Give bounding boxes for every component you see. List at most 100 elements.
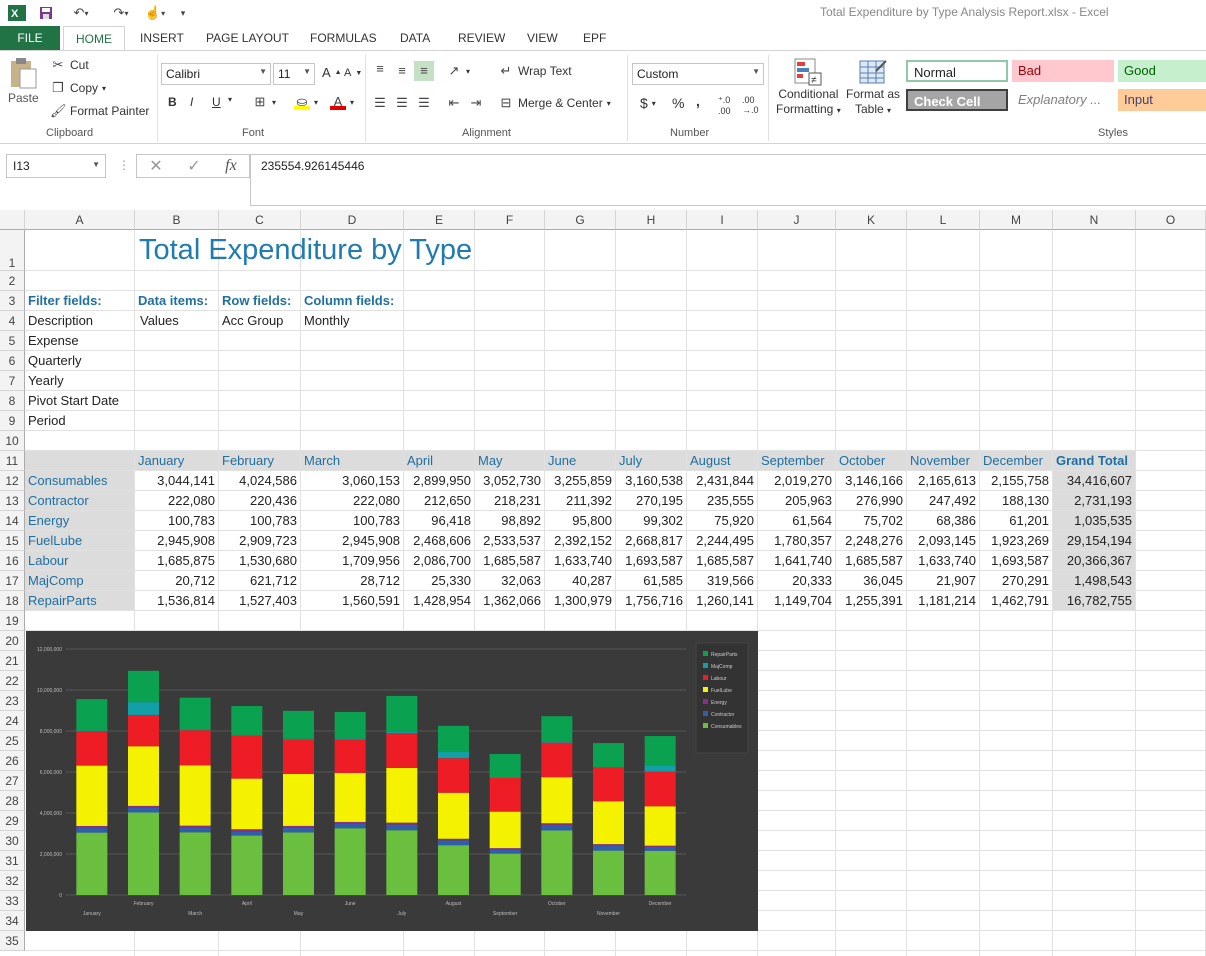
bar-segment-repairparts[interactable] — [386, 695, 418, 732]
style-input[interactable]: Input — [1118, 89, 1206, 111]
value-cell[interactable]: 1,300,979 — [545, 591, 615, 610]
bar-segment-fuellube[interactable] — [76, 765, 108, 826]
bar-segment-fuellube[interactable] — [334, 772, 366, 822]
value-cell[interactable]: 1,756,716 — [616, 591, 686, 610]
orientation-button[interactable]: ↗ ▾ — [446, 63, 470, 79]
value-cell[interactable]: 61,585 — [616, 571, 686, 590]
bar-segment-fuellube[interactable] — [179, 765, 211, 826]
font-name-select[interactable]: Calibri ▼ — [161, 63, 271, 85]
month-header[interactable]: June — [545, 451, 615, 470]
bar-segment-majcomp[interactable] — [386, 731, 418, 734]
filter-field-item[interactable]: Quarterly — [25, 351, 134, 370]
bar-segment-repairparts[interactable] — [438, 725, 469, 752]
value-cell[interactable]: 1,536,814 — [135, 591, 218, 610]
row-label-majcomp[interactable]: MajComp — [25, 571, 134, 590]
bar-segment-consumables[interactable] — [489, 853, 521, 895]
value-cell[interactable]: 99,302 — [616, 511, 686, 530]
value-cell[interactable]: 100,783 — [135, 511, 218, 530]
bar-segment-labour[interactable] — [179, 730, 211, 766]
redo-icon[interactable]: ↷ ▾ — [106, 3, 136, 23]
bar-segment-majcomp[interactable] — [541, 741, 573, 743]
value-cell[interactable]: 1,181,214 — [907, 591, 979, 610]
grand-total-cell[interactable]: 29,154,194 — [1053, 531, 1135, 550]
tab-data[interactable]: DATA — [400, 26, 430, 50]
bar-segment-fuellube[interactable] — [386, 767, 418, 823]
bar-segment-labour[interactable] — [334, 739, 366, 773]
style-check-cell[interactable]: Check Cell — [906, 89, 1008, 111]
filter-field-item[interactable]: Description — [25, 311, 134, 330]
value-cell[interactable]: 1,428,954 — [404, 591, 474, 610]
bar-segment-labour[interactable] — [231, 735, 263, 779]
value-cell[interactable]: 270,195 — [616, 491, 686, 510]
decrease-decimal-button[interactable]: .00 →.0 — [742, 95, 759, 115]
decrease-indent-button[interactable]: ⇤ — [446, 95, 462, 111]
value-cell[interactable]: 1,641,740 — [758, 551, 835, 570]
value-cell[interactable]: 21,907 — [907, 571, 979, 590]
filter-field-item[interactable]: Pivot Start Date — [25, 391, 134, 410]
style-explanatory[interactable]: Explanatory ... — [1012, 89, 1114, 111]
bar-segment-labour[interactable] — [283, 739, 314, 774]
decrease-font-size-button[interactable]: A ▼ — [344, 67, 362, 79]
bar-segment-labour[interactable] — [128, 714, 159, 747]
data-items-label[interactable]: Data items: — [135, 291, 218, 310]
value-cell[interactable]: 220,436 — [219, 491, 300, 510]
bar-segment-energy[interactable] — [644, 845, 676, 847]
bar-segment-contractor[interactable] — [489, 849, 521, 854]
value-cell[interactable]: 276,990 — [836, 491, 906, 510]
touch-mode-icon[interactable]: ☝ ▾ — [142, 3, 168, 23]
month-header[interactable]: July — [616, 451, 686, 470]
value-cell[interactable]: 1,633,740 — [907, 551, 979, 570]
value-cell[interactable]: 3,146,166 — [836, 471, 906, 490]
bar-segment-majcomp[interactable] — [438, 751, 469, 759]
bar-segment-energy[interactable] — [489, 848, 521, 850]
value-cell[interactable]: 96,418 — [404, 511, 474, 530]
value-cell[interactable]: 95,800 — [545, 511, 615, 530]
cut-button[interactable]: ✂ Cut — [50, 57, 89, 73]
filter-field-item[interactable]: Yearly — [25, 371, 134, 390]
month-header[interactable]: September — [758, 451, 835, 470]
bar-segment-energy[interactable] — [179, 825, 211, 828]
bar-segment-majcomp[interactable] — [644, 766, 676, 772]
style-bad[interactable]: Bad — [1012, 60, 1114, 82]
bar-segment-repairparts[interactable] — [231, 706, 263, 736]
month-header[interactable]: April — [404, 451, 474, 470]
month-header[interactable]: February — [219, 451, 300, 470]
bottom-align-button[interactable]: ≡ — [414, 61, 434, 81]
bar-segment-repairparts[interactable] — [76, 699, 108, 731]
bar-segment-consumables[interactable] — [334, 828, 366, 895]
style-good[interactable]: Good — [1118, 60, 1206, 82]
fill-color-button[interactable]: ⛀ ▾ — [294, 94, 318, 110]
value-cell[interactable]: 36,045 — [836, 571, 906, 590]
bar-segment-fuellube[interactable] — [541, 777, 573, 824]
bar-segment-energy[interactable] — [76, 825, 108, 829]
bar-segment-energy[interactable] — [128, 805, 159, 808]
bar-segment-consumables[interactable] — [283, 832, 314, 895]
bar-segment-consumables[interactable] — [438, 845, 469, 895]
value-cell[interactable]: 2,945,908 — [135, 531, 218, 550]
value-cell[interactable]: 2,155,758 — [980, 471, 1052, 490]
value-cell[interactable]: 2,909,723 — [219, 531, 300, 550]
bold-button[interactable]: B — [168, 95, 177, 109]
value-cell[interactable]: 75,702 — [836, 511, 906, 530]
value-cell[interactable]: 1,693,587 — [980, 551, 1052, 570]
pivot-corner-cell[interactable] — [25, 451, 134, 470]
value-cell[interactable]: 25,330 — [404, 571, 474, 590]
row-label-fuellube[interactable]: FuelLube — [25, 531, 134, 550]
value-cell[interactable]: 61,564 — [758, 511, 835, 530]
bar-segment-labour[interactable] — [489, 777, 521, 812]
bar-segment-contractor[interactable] — [541, 824, 573, 831]
increase-decimal-button[interactable]: ⁺.0.00 — [718, 95, 731, 116]
bar-segment-contractor[interactable] — [438, 840, 469, 846]
value-cell[interactable]: 28,712 — [301, 571, 403, 590]
value-cell[interactable]: 218,231 — [475, 491, 544, 510]
value-cell[interactable]: 2,945,908 — [301, 531, 403, 550]
currency-button[interactable]: $ ▾ — [640, 95, 656, 111]
bar-segment-energy[interactable] — [593, 844, 624, 846]
bar-segment-fuellube[interactable] — [283, 773, 314, 826]
conditional-formatting-button[interactable]: ≠ Conditional Formatting ▾ — [776, 57, 841, 118]
value-cell[interactable]: 235,555 — [687, 491, 757, 510]
grand-total-cell[interactable]: 1,498,543 — [1053, 571, 1135, 590]
value-cell[interactable]: 319,566 — [687, 571, 757, 590]
value-cell[interactable]: 2,248,276 — [836, 531, 906, 550]
value-cell[interactable]: 2,899,950 — [404, 471, 474, 490]
